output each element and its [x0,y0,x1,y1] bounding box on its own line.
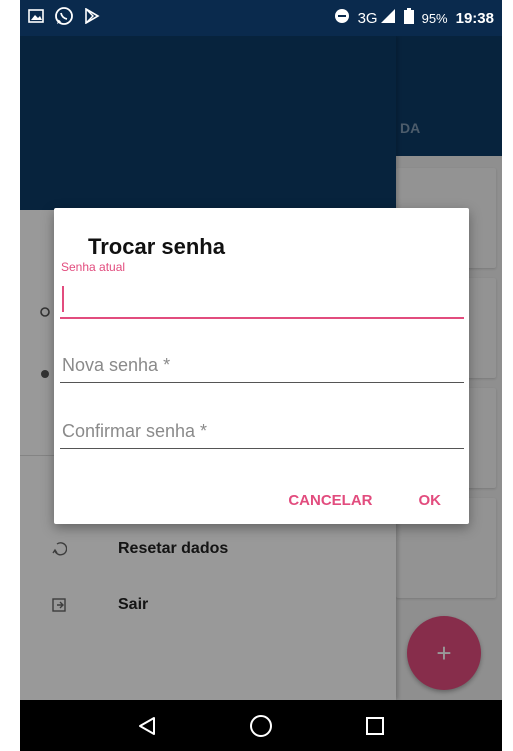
home-circle-icon [250,714,272,737]
network-type: 3G [357,9,378,27]
new-password-input[interactable] [60,350,464,380]
confirm-password-input[interactable] [60,416,464,446]
battery-percent: 95% [421,10,448,26]
current-password-underline [60,317,464,319]
new-password-field [60,350,464,384]
do-not-disturb-icon [334,8,350,28]
back-triangle-icon [139,716,155,735]
confirm-password-field [60,416,464,450]
change-password-dialog: Trocar senha Senha atual CANCELAR OK [54,208,469,524]
play-store-notification-icon [84,7,100,29]
ok-button[interactable]: OK [395,482,470,518]
dialog-title: Trocar senha [88,234,225,259]
current-password-label: Senha atual [61,260,126,274]
clock: 19:38 [455,9,494,27]
cancel-button[interactable]: CANCELAR [266,482,394,518]
text-cursor [62,286,64,312]
recents-square-icon [366,716,384,735]
signal-icon [380,8,396,28]
confirm-password-underline [60,448,464,449]
current-password-field: Senha atual [60,260,464,320]
battery-icon [403,8,414,28]
back-button[interactable] [127,706,167,746]
recents-button[interactable] [355,706,395,746]
gallery-notification-icon [28,8,44,28]
system-nav-bar [20,700,502,751]
home-button[interactable] [241,706,281,746]
status-bar: 3G 95% 19:38 [20,0,502,36]
phone-screen: 3G 95% 19:38 DA + Resetar dados Sair Tro… [20,0,502,751]
whatsapp-notification-icon [54,6,74,31]
new-password-underline [60,382,464,383]
dialog-actions: CANCELAR OK [266,482,469,518]
current-password-input[interactable] [60,284,464,314]
